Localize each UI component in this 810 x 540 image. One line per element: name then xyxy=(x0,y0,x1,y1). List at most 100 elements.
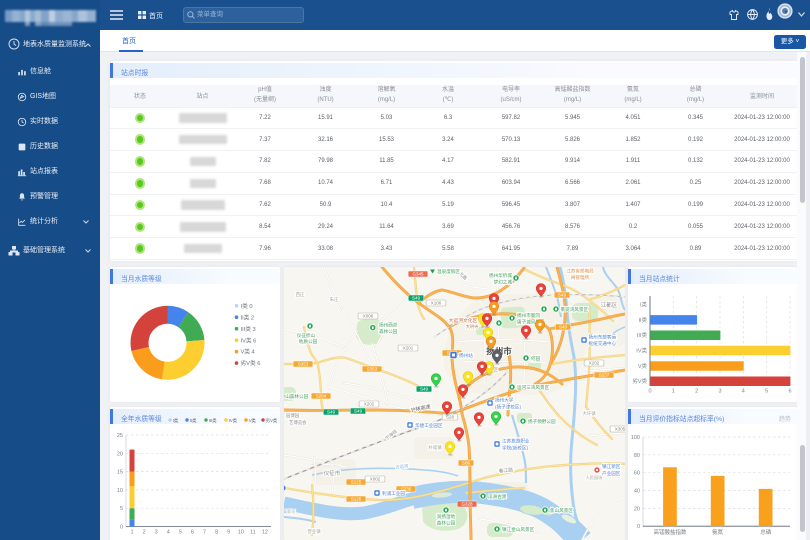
svg-text:S49: S49 xyxy=(559,325,568,330)
svg-text:V类: V类 xyxy=(249,417,257,424)
svg-text:地质公园: 地质公园 xyxy=(299,338,318,345)
svg-text:10: 10 xyxy=(238,530,244,536)
svg-text:3: 3 xyxy=(155,530,158,536)
svg-text:扬州大学: 扬州大学 xyxy=(495,397,514,404)
svg-text:IV类: IV类 xyxy=(636,347,647,355)
svg-text:朱庄: 朱庄 xyxy=(330,296,339,303)
svg-text:仪征市: 仪征市 xyxy=(324,469,341,477)
svg-text:江苏旅游职业: 江苏旅游职业 xyxy=(502,438,530,445)
svg-text:5: 5 xyxy=(765,389,768,395)
svg-text:营业镇: 营业镇 xyxy=(307,528,321,535)
svg-text:II类 2: II类 2 xyxy=(241,313,255,321)
svg-text:IV类 6: IV类 6 xyxy=(241,336,257,344)
svg-text:4: 4 xyxy=(167,530,170,536)
svg-text:S125: S125 xyxy=(351,480,362,485)
svg-text:11: 11 xyxy=(250,530,256,536)
svg-text:III类: III类 xyxy=(637,331,648,339)
svg-text:西庄: 西庄 xyxy=(296,291,305,298)
svg-text:劣V类 6: 劣V类 6 xyxy=(241,359,261,367)
svg-text:闸管理所: 闸管理所 xyxy=(571,274,590,281)
svg-text:园博园: 园博园 xyxy=(286,412,300,419)
svg-text:20: 20 xyxy=(117,451,123,457)
svg-text:0: 0 xyxy=(637,524,640,530)
svg-text:1: 1 xyxy=(130,530,133,536)
svg-text:40: 40 xyxy=(634,489,640,495)
svg-text:3: 3 xyxy=(718,389,721,395)
svg-text:100: 100 xyxy=(631,435,640,441)
svg-text:仪征捺山: 仪征捺山 xyxy=(297,332,316,339)
svg-text:S237: S237 xyxy=(599,373,610,378)
svg-text:60: 60 xyxy=(634,471,640,477)
svg-text:S49: S49 xyxy=(558,293,567,298)
svg-text:II类: II类 xyxy=(190,417,197,424)
svg-text:X006: X006 xyxy=(363,314,374,319)
svg-text:G345: G345 xyxy=(412,272,424,277)
svg-text:森林公园: 森林公园 xyxy=(379,328,398,335)
svg-text:朴席镇: 朴席镇 xyxy=(428,444,442,451)
svg-text:X202: X202 xyxy=(364,402,375,407)
svg-text:华捷工业园区: 华捷工业园区 xyxy=(415,422,443,429)
svg-text:S86: S86 xyxy=(462,461,471,466)
svg-text:4: 4 xyxy=(742,389,745,395)
svg-text:劣V类: 劣V类 xyxy=(266,417,278,424)
svg-text:X202: X202 xyxy=(589,361,600,366)
svg-text:S49: S49 xyxy=(327,410,336,415)
svg-text:大明寺: 大明寺 xyxy=(466,323,479,330)
svg-text:学院(新校区): 学院(新校区) xyxy=(502,445,528,452)
svg-text:0: 0 xyxy=(648,389,651,395)
svg-text:扬子颈野公园: 扬子颈野公园 xyxy=(528,418,556,425)
svg-text:III类 3: III类 3 xyxy=(241,325,256,333)
svg-text:枢纽交通中心: 枢纽交通中心 xyxy=(589,340,617,347)
svg-text:扬州西郊: 扬州西郊 xyxy=(379,322,398,329)
svg-text:梦幻之城: 梦幻之城 xyxy=(494,279,513,286)
svg-text:江苏省邮电局: 江苏省邮电局 xyxy=(566,268,594,275)
svg-text:焦山风景区: 焦山风景区 xyxy=(550,507,573,514)
svg-text:S49: S49 xyxy=(412,296,421,301)
svg-text:8: 8 xyxy=(215,530,218,536)
svg-text:6: 6 xyxy=(788,389,791,395)
svg-text:扬州东部客运: 扬州东部客运 xyxy=(589,334,617,341)
svg-text:2: 2 xyxy=(143,530,146,536)
svg-text:艺博览会: 艺博览会 xyxy=(289,419,307,426)
svg-text:0: 0 xyxy=(120,525,123,531)
svg-text:1: 1 xyxy=(672,389,675,395)
svg-text:S353: S353 xyxy=(298,362,309,367)
svg-text:镇江金山风景区: 镇江金山风景区 xyxy=(502,526,535,533)
svg-text:(扬子津校区): (扬子津校区) xyxy=(495,404,521,411)
svg-text:何园: 何园 xyxy=(531,355,541,362)
svg-text:II类: II类 xyxy=(638,316,647,324)
svg-text:6: 6 xyxy=(191,530,194,536)
svg-text:X002: X002 xyxy=(370,477,381,482)
svg-text:I类: I类 xyxy=(173,417,179,424)
svg-text:S49: S49 xyxy=(354,409,363,414)
svg-text:X305: X305 xyxy=(615,427,625,432)
svg-text:高锰酸盐指数: 高锰酸盐指数 xyxy=(653,528,687,536)
svg-text:X201: X201 xyxy=(403,346,414,351)
svg-text:S264: S264 xyxy=(316,394,327,399)
svg-text:镇江新区: 镇江新区 xyxy=(602,463,621,470)
svg-text:扬州站: 扬州站 xyxy=(459,352,473,359)
svg-text:温泉度假区: 温泉度假区 xyxy=(437,268,460,275)
svg-text:劣V类: 劣V类 xyxy=(632,377,647,385)
svg-text:III类: III类 xyxy=(209,417,218,424)
svg-text:茱萸湾风景区: 茱萸湾风景区 xyxy=(561,306,589,313)
svg-text:产业园区: 产业园区 xyxy=(602,470,621,477)
svg-text:大圩镇: 大圩镇 xyxy=(582,410,596,417)
svg-text:总磷: 总磷 xyxy=(760,528,772,536)
svg-text:江都区: 江都区 xyxy=(601,302,618,309)
svg-text:20: 20 xyxy=(634,506,640,512)
svg-text:5: 5 xyxy=(179,530,182,536)
svg-text:IV类: IV类 xyxy=(229,417,238,424)
svg-text:瓜洲古渡: 瓜洲古渡 xyxy=(488,493,507,500)
svg-text:大运河文化区: 大运河文化区 xyxy=(449,317,478,324)
svg-text:森林公园: 森林公园 xyxy=(437,520,456,527)
svg-text:2: 2 xyxy=(695,389,698,395)
svg-text:I类: I类 xyxy=(640,301,648,309)
svg-text:甘泉山森林公园: 甘泉山森林公园 xyxy=(284,393,309,400)
svg-text:扬州华侨城: 扬州华侨城 xyxy=(489,272,512,279)
svg-text:7: 7 xyxy=(203,530,206,536)
svg-text:V类: V类 xyxy=(638,362,648,370)
svg-text:G328: G328 xyxy=(461,502,473,507)
svg-text:5: 5 xyxy=(120,506,123,512)
svg-text:I类 0: I类 0 xyxy=(241,302,253,310)
